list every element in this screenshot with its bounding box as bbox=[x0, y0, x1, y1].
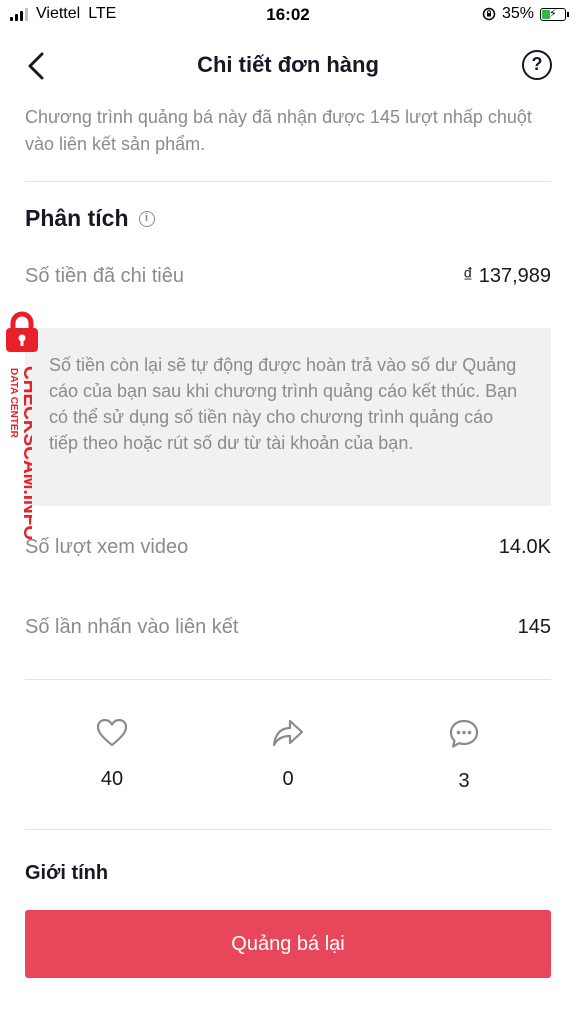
help-button[interactable]: ? bbox=[522, 50, 552, 80]
likes-count: 40 bbox=[100, 768, 124, 790]
watermark: CHECKSCAM.INFO DATA CENTER bbox=[8, 366, 32, 540]
comment-icon bbox=[449, 719, 479, 748]
clicks-label: Số lần nhấn vào liên kết bbox=[25, 615, 239, 638]
watermark-text: CHECKSCAM.INFO bbox=[19, 366, 32, 540]
clicks-value: 145 bbox=[517, 615, 551, 638]
divider bbox=[25, 181, 551, 182]
views-row: Số lượt xem video 14.0K bbox=[25, 532, 551, 562]
gender-section-title: Giới tính bbox=[25, 862, 109, 884]
share-icon bbox=[272, 719, 304, 747]
analysis-section-title: Phân tích i bbox=[25, 205, 155, 232]
page-title: Chi tiết đơn hàng bbox=[197, 52, 379, 77]
likes-stat: 40 bbox=[72, 718, 152, 791]
clicks-row: Số lần nhấn vào liên kết 145 bbox=[25, 612, 551, 642]
status-bar: Viettel LTE 16:02 35% ⚡ bbox=[0, 0, 576, 30]
shares-count: 0 bbox=[282, 768, 294, 790]
heart-icon bbox=[96, 718, 128, 747]
orientation-lock-icon bbox=[482, 7, 496, 21]
spent-label: Số tiền đã chi tiêu bbox=[25, 264, 184, 287]
comments-stat: 3 bbox=[424, 718, 504, 793]
views-value: 14.0K bbox=[498, 535, 551, 558]
help-icon: ? bbox=[531, 54, 543, 74]
info-icon[interactable]: i bbox=[138, 210, 155, 227]
views-label: Số lượt xem video bbox=[25, 535, 189, 558]
status-right: 35% ⚡ bbox=[482, 5, 569, 23]
watermark-subtext: DATA CENTER bbox=[8, 368, 19, 439]
promote-again-button[interactable]: Quảng bá lại bbox=[25, 910, 551, 978]
header: Chi tiết đơn hàng ? bbox=[0, 36, 576, 96]
intro-text: Chương trình quảng bá này đã nhận được 1… bbox=[25, 107, 532, 154]
padlock-icon bbox=[6, 311, 38, 352]
charging-bolt-icon: ⚡ bbox=[549, 7, 557, 20]
shares-stat: 0 bbox=[248, 718, 328, 791]
engagement-stats: 40 0 3 bbox=[0, 718, 576, 808]
divider bbox=[25, 829, 551, 830]
divider bbox=[25, 679, 551, 680]
spent-row: Số tiền đã chi tiêu ₫ 137,989 bbox=[25, 261, 551, 291]
analysis-title: Phân tích bbox=[25, 205, 129, 231]
comments-count: 3 bbox=[458, 770, 470, 792]
refund-note: Số tiền còn lại sẽ tự động được hoàn trả… bbox=[25, 328, 551, 506]
battery-icon: ⚡ bbox=[540, 7, 569, 21]
battery-percent: 35% bbox=[501, 5, 534, 22]
spent-value: ₫ 137,989 bbox=[462, 264, 551, 287]
